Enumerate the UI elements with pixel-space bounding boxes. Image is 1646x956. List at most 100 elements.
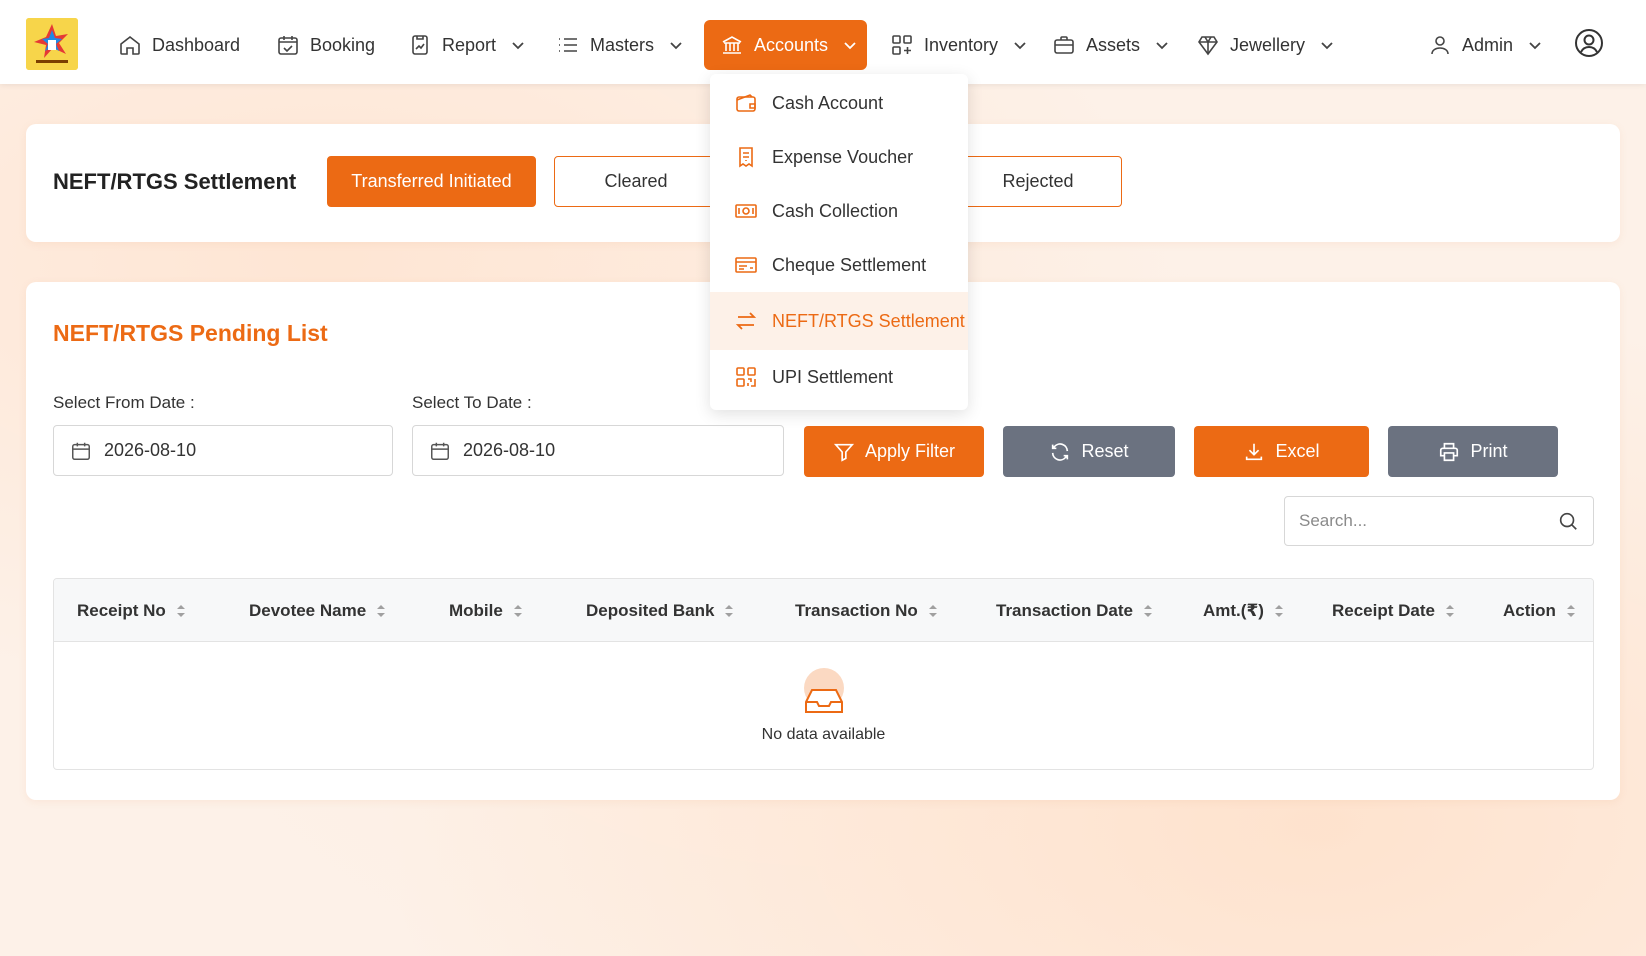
- menu-item-cheque-settlement[interactable]: Cheque Settlement: [710, 238, 968, 292]
- nav-accounts[interactable]: Accounts: [704, 20, 867, 70]
- column-amount[interactable]: Amt.(₹): [1203, 579, 1284, 642]
- nav-masters[interactable]: Masters: [556, 20, 684, 70]
- menu-item-expense-voucher[interactable]: Expense Voucher: [710, 130, 968, 184]
- briefcase-icon: [1054, 36, 1074, 54]
- column-label: Transaction No: [795, 600, 918, 620]
- user-icon: [1431, 36, 1449, 55]
- empty-state-text: No data available: [761, 726, 886, 743]
- search-box: [1284, 496, 1594, 546]
- from-date-label: Select From Date :: [53, 393, 195, 412]
- apply-filter-button[interactable]: Apply Filter: [804, 426, 984, 477]
- from-date-input[interactable]: 2026-08-10: [53, 425, 393, 476]
- column-action[interactable]: Action: [1503, 579, 1576, 642]
- nav-assets-label: Assets: [1086, 34, 1141, 55]
- column-deposited-bank[interactable]: Deposited Bank: [586, 579, 734, 642]
- menu-item-cash-collection[interactable]: Cash Collection: [710, 184, 968, 238]
- sort-icon[interactable]: [513, 603, 523, 619]
- nav-user-menu[interactable]: Admin: [1428, 20, 1543, 70]
- column-label: Receipt Date: [1332, 600, 1435, 620]
- column-transaction-date[interactable]: Transaction Date: [996, 579, 1153, 642]
- nav-inventory-label: Inventory: [924, 34, 999, 55]
- column-label: Deposited Bank: [586, 600, 715, 620]
- report-icon: [412, 35, 428, 55]
- nav-jewellery[interactable]: Jewellery: [1196, 20, 1335, 70]
- sort-icon[interactable]: [1274, 603, 1284, 619]
- nav-masters-label: Masters: [590, 34, 655, 55]
- menu-item-label: UPI Settlement: [772, 366, 894, 387]
- column-receipt-no[interactable]: Receipt No: [77, 579, 186, 642]
- menu-item-label: NEFT/RTGS Settlement: [772, 310, 965, 331]
- search-input[interactable]: [1299, 511, 1557, 531]
- accounts-dropdown-menu: Cash Account Expense Voucher Cash Collec…: [710, 74, 968, 410]
- nav-jewellery-label: Jewellery: [1230, 34, 1306, 55]
- calendar-icon: [431, 442, 449, 460]
- sort-icon[interactable]: [1566, 603, 1576, 619]
- reset-button[interactable]: Reset: [1003, 426, 1175, 477]
- pending-table: Receipt No Devotee Name Mobile Deposited…: [53, 578, 1594, 770]
- menu-item-neft-rtgs-settlement[interactable]: NEFT/RTGS Settlement: [710, 292, 968, 350]
- receipt-icon: [739, 147, 753, 168]
- nav-user-label: Admin: [1462, 34, 1514, 55]
- table-header: Receipt No Devotee Name Mobile Deposited…: [54, 579, 1593, 642]
- sort-icon[interactable]: [176, 603, 186, 619]
- sort-icon[interactable]: [724, 603, 734, 619]
- refresh-icon: [1052, 442, 1069, 461]
- menu-item-label: Expense Voucher: [772, 146, 914, 167]
- excel-button[interactable]: Excel: [1194, 426, 1369, 477]
- column-receipt-date[interactable]: Receipt Date: [1332, 579, 1455, 642]
- tab-rejected[interactable]: Rejected: [954, 156, 1122, 207]
- menu-item-label: Cash Account: [772, 92, 884, 113]
- nav-dashboard[interactable]: Dashboard: [118, 20, 240, 70]
- bank-icon: [722, 36, 742, 54]
- to-date-input[interactable]: 2026-08-10: [412, 425, 784, 476]
- nav-booking[interactable]: Booking: [276, 20, 375, 70]
- chevron-down-icon: [1156, 42, 1168, 50]
- nav-report[interactable]: Report: [408, 20, 526, 70]
- printer-icon: [1440, 442, 1459, 461]
- filter-icon: [833, 443, 855, 462]
- menu-item-cash-account[interactable]: Cash Account: [710, 76, 968, 130]
- tab-cleared[interactable]: Cleared: [554, 156, 718, 207]
- column-devotee-name[interactable]: Devotee Name: [249, 579, 386, 642]
- section-title: NEFT/RTGS Pending List: [53, 320, 328, 346]
- home-icon: [120, 35, 140, 55]
- nav-dashboard-label: Dashboard: [152, 34, 241, 55]
- excel-label: Excel: [1275, 441, 1320, 461]
- chevron-down-icon: [512, 42, 524, 50]
- qr-icon: [736, 367, 756, 387]
- chevron-down-icon: [1014, 42, 1026, 50]
- sort-icon[interactable]: [1143, 603, 1153, 619]
- column-label: Devotee Name: [249, 600, 367, 620]
- chevron-down-icon: [844, 42, 856, 50]
- chevron-down-icon: [670, 42, 682, 50]
- user-circle-icon[interactable]: [1574, 28, 1604, 58]
- cheque-icon: [735, 257, 757, 273]
- gem-icon: [1198, 36, 1218, 56]
- transfer-icon: [735, 312, 757, 330]
- column-label: Amt.(₹): [1203, 600, 1264, 620]
- tab-transferred-initiated[interactable]: Transferred Initiated: [327, 156, 536, 207]
- download-icon: [1246, 443, 1263, 460]
- print-button[interactable]: Print: [1388, 426, 1558, 477]
- menu-item-label: Cash Collection: [772, 200, 899, 221]
- column-transaction-no[interactable]: Transaction No: [795, 579, 938, 642]
- nav-report-label: Report: [442, 34, 497, 55]
- nav-assets[interactable]: Assets: [1052, 20, 1170, 70]
- sort-icon[interactable]: [376, 603, 386, 619]
- column-label: Action: [1503, 600, 1556, 620]
- sort-icon[interactable]: [1445, 603, 1455, 619]
- nav-booking-label: Booking: [310, 34, 376, 55]
- sort-icon[interactable]: [928, 603, 938, 619]
- menu-item-upi-settlement[interactable]: UPI Settlement: [710, 350, 968, 404]
- column-label: Transaction Date: [996, 600, 1133, 620]
- calendar-icon: [72, 442, 90, 460]
- search-icon[interactable]: [1557, 510, 1579, 532]
- cash-icon: [735, 204, 757, 218]
- nav-inventory[interactable]: Inventory: [890, 20, 1028, 70]
- nav-accounts-label: Accounts: [754, 34, 829, 55]
- grid-icon: [892, 35, 912, 55]
- column-label: Receipt No: [77, 600, 166, 620]
- temple-logo[interactable]: [26, 18, 78, 70]
- column-mobile[interactable]: Mobile: [449, 579, 523, 642]
- column-label: Mobile: [449, 600, 503, 620]
